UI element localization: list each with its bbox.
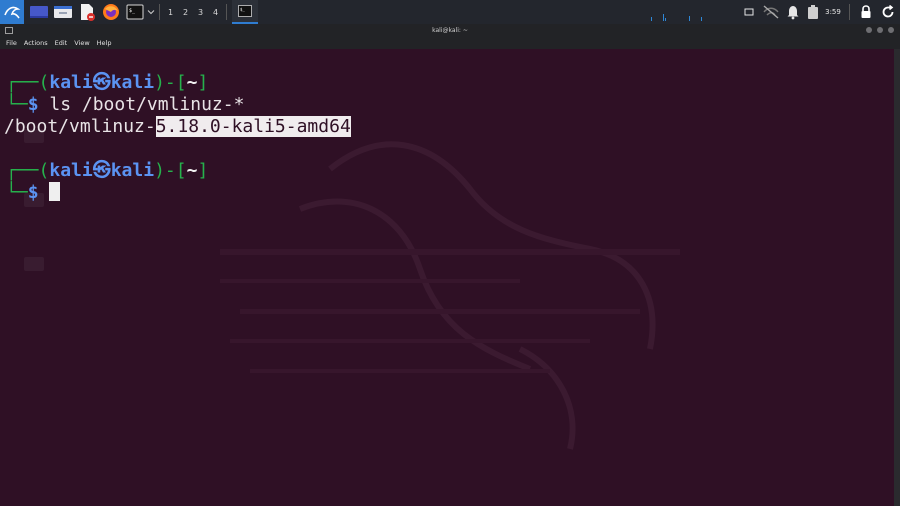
bell-icon: [787, 6, 799, 20]
workspace-1[interactable]: 1: [163, 0, 178, 24]
text-cursor: [49, 182, 61, 201]
menu-edit[interactable]: Edit: [55, 39, 68, 47]
lock-icon: [861, 5, 871, 18]
prompt-dollar: $: [27, 94, 39, 115]
maximize-button[interactable]: [877, 27, 883, 33]
menu-file[interactable]: File: [6, 39, 17, 47]
svg-text:$_: $_: [129, 8, 136, 14]
command-text: ls /boot/vmlinuz-*: [49, 94, 245, 115]
file-manager-button[interactable]: [52, 0, 74, 24]
prompt-user: kali: [49, 72, 93, 93]
kali-menu-button[interactable]: [0, 0, 24, 24]
lock-screen-button[interactable]: [856, 0, 876, 24]
prompt-header-2: ┌──(kali㉿kali)-[~]: [6, 160, 209, 181]
window-controls: [866, 27, 894, 33]
menu-actions[interactable]: Actions: [24, 39, 48, 47]
cpu-graph-icon: [651, 14, 702, 21]
system-tray: 3:59: [649, 0, 900, 24]
window-title: kali@kali: ~: [432, 27, 468, 34]
firefox-icon: [103, 4, 119, 20]
text-editor-icon: [81, 4, 95, 21]
workspace-3[interactable]: 3: [193, 0, 208, 24]
minimize-button[interactable]: [866, 27, 872, 33]
prompt-host: kali: [110, 160, 155, 181]
terminal-scrollbar[interactable]: [894, 49, 900, 506]
window-titlebar[interactable]: kali@kali: ~: [0, 24, 900, 37]
command-line-1: └─$ ls /boot/vmlinuz-*: [6, 94, 245, 115]
terminal-window-icon: $_: [238, 5, 252, 17]
terminal-area[interactable]: ┌──(kali㉿kali)-[~] └─$ ls /boot/vmlinuz-…: [0, 49, 894, 506]
screenshot-tray-button[interactable]: [739, 0, 759, 24]
show-desktop-icon: [30, 6, 48, 18]
menu-bar: File Actions Edit View Help: [0, 37, 900, 49]
network-disconnected-icon: [763, 5, 779, 19]
menu-view[interactable]: View: [74, 39, 89, 47]
desktop-icons-shadow: [24, 129, 44, 321]
terminal-launcher-icon: $_: [126, 4, 144, 20]
top-panel: $_ 1 2 3 4 $_ 3:59: [0, 0, 900, 24]
screen-icon: [744, 8, 754, 16]
output-prefix: /boot/vmlinuz-: [4, 116, 156, 137]
workspace-4[interactable]: 4: [208, 0, 223, 24]
logout-button[interactable]: [876, 0, 900, 24]
clock[interactable]: 3:59: [823, 8, 843, 16]
battery-icon: [808, 5, 818, 19]
network-tray-button[interactable]: [759, 0, 783, 24]
panel-separator: [159, 4, 160, 20]
close-button[interactable]: [888, 27, 894, 33]
notifications-tray-button[interactable]: [783, 0, 803, 24]
panel-separator: [226, 4, 227, 20]
command-line-2: └─$: [6, 182, 61, 204]
launcher-dropdown[interactable]: [146, 0, 156, 24]
terminal-launcher-button[interactable]: $_: [124, 0, 146, 24]
prompt-host: kali: [110, 72, 155, 93]
firefox-button[interactable]: [100, 0, 122, 24]
command-output: /boot/vmlinuz-5.18.0-kali5-amd64: [4, 116, 351, 138]
taskbar-terminal-window[interactable]: $_: [232, 0, 258, 24]
svg-text:$_: $_: [240, 7, 245, 12]
show-desktop-button[interactable]: [28, 0, 50, 24]
refresh-logout-icon: [882, 5, 894, 18]
workspace-2[interactable]: 2: [178, 0, 193, 24]
panel-separator: [849, 4, 850, 20]
prompt-dir: ~: [186, 72, 198, 93]
battery-tray-button[interactable]: [803, 0, 823, 24]
menu-help[interactable]: Help: [97, 39, 112, 47]
output-selected-text: 5.18.0-kali5-amd64: [155, 116, 351, 137]
chevron-down-icon: [147, 10, 155, 15]
kali-dragon-icon: [4, 6, 21, 19]
text-editor-button[interactable]: [76, 0, 98, 24]
prompt-dir: ~: [186, 160, 198, 181]
prompt-dollar: $: [27, 182, 39, 203]
prompt-header-1: ┌──(kali㉿kali)-[~]: [6, 72, 209, 93]
desktop-icon-ghost: [24, 257, 44, 271]
file-manager-icon: [54, 6, 72, 18]
prompt-user: kali: [49, 160, 93, 181]
